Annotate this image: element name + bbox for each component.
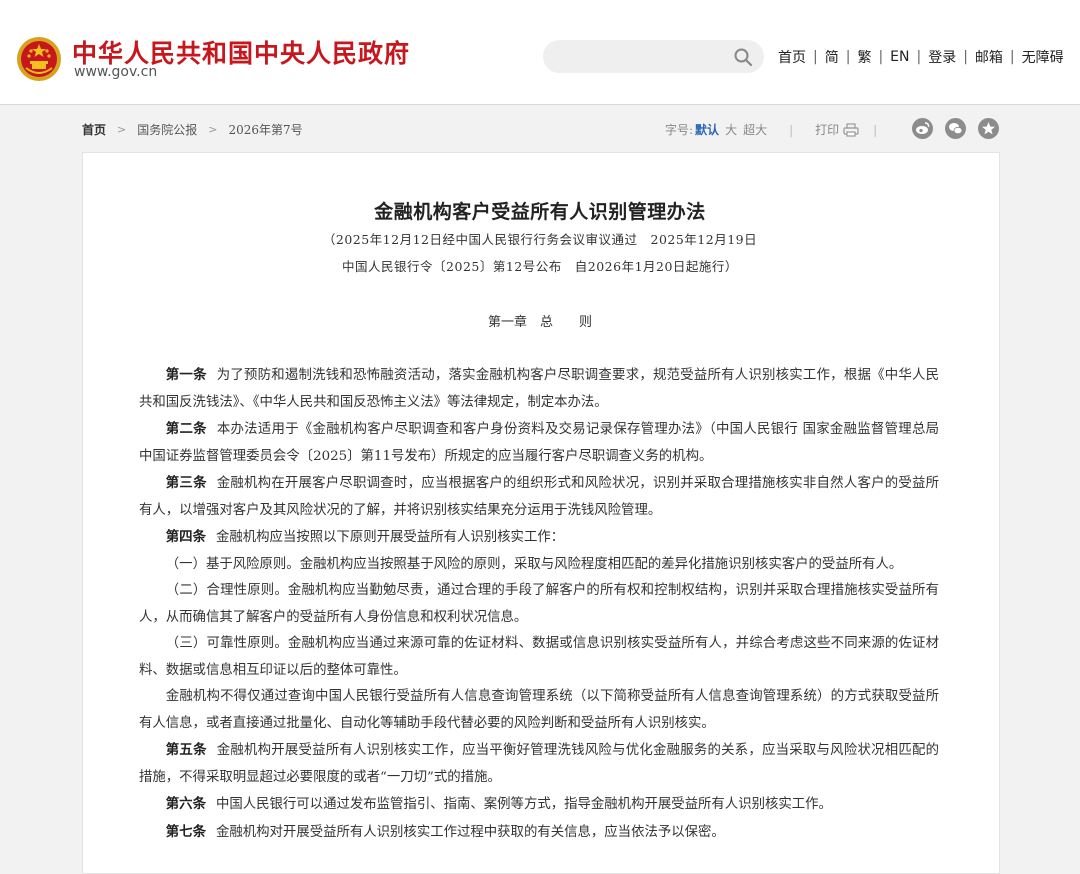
article-paragraph: （二）合理性原则。金融机构应当勤勉尽责，通过合理的手段了解客户的所有权和控制权结… <box>139 578 939 631</box>
star-icon <box>982 122 995 135</box>
nav-login[interactable]: 登录 <box>928 47 956 67</box>
printer-icon <box>843 122 859 137</box>
article-paragraph: 第五条 金融机构开展受益所有人识别核实工作，应当平衡好管理洗钱风险与优化金融服务的… <box>139 737 939 791</box>
article-paragraph: 第六条 中国人民银行可以通过发布监管指引、指南、案例等方式，指导金融机构开展受益所… <box>139 791 939 819</box>
document-subtitle-line2: 中国人民银行令〔2025〕第12号公布 自2026年1月20日起施行） <box>342 259 738 274</box>
print-button[interactable]: 打印 <box>815 121 859 138</box>
nav-english[interactable]: EN <box>890 49 909 65</box>
article-paragraph: （三）可靠性原则。金融机构应当通过来源可靠的佐证材料、数据或信息识别核实受益所有… <box>139 631 939 684</box>
breadcrumb-issue[interactable]: 2026年第7号 <box>228 121 302 138</box>
article-text: 金融机构对开展受益所有人识别核实工作过程中获取的有关信息，应当依法予以保密。 <box>215 824 725 840</box>
document-subtitle-line1: （2025年12月12日经中国人民银行行务会议审议通过 2025年12月19日 <box>322 232 758 247</box>
chapter-heading: 第一章 总 则 <box>487 315 592 330</box>
reading-tools: 字号: 默认 大 超大 | 打印 | <box>665 121 877 138</box>
article-text: 本办法适用于《金融机构客户尽职调查和客户身份资料及交易记录保存管理办法》（中国人… <box>139 422 940 464</box>
article-toolbar: 首页 > 国务院公报 > 2026年第7号 字号: 默认 大 超大 | 打印 | <box>82 116 999 142</box>
document-title: 金融机构客户受益所有人识别管理办法 <box>374 201 706 223</box>
weibo-icon[interactable] <box>912 118 933 139</box>
nav-simplified[interactable]: 简 <box>825 47 839 67</box>
weibo-glyph-icon <box>916 122 930 134</box>
nav-separator: | <box>845 49 851 65</box>
breadcrumb-section[interactable]: 国务院公报 <box>137 121 197 138</box>
site-header: 中华人民共和国中央人民政府 www.gov.cn 首页 | 简 | 繁 | EN… <box>0 0 1080 105</box>
article-number: 第三条 <box>165 475 207 491</box>
wechat-icon[interactable] <box>945 118 966 139</box>
nav-separator: | <box>1009 49 1015 65</box>
article-paragraph: （一）基于风险原则。金融机构应当按照基于风险的原则，采取与风险程度相匹配的差异化… <box>139 552 939 579</box>
chevron-right-icon: > <box>208 123 218 136</box>
article-text: 为了预防和遏制洗钱和恐怖融资活动，落实金融机构客户尽职调查要求，规范受益所有人识… <box>139 368 940 410</box>
nav-traditional[interactable]: 繁 <box>857 47 871 67</box>
nav-separator: | <box>878 49 884 65</box>
article-paragraph: 第四条 金融机构应当按照以下原则开展受益所有人识别核实工作： <box>139 524 939 552</box>
toolbar-divider: | <box>789 122 794 137</box>
nav-mailbox[interactable]: 邮箱 <box>975 47 1003 67</box>
article-text: （三）可靠性原则。金融机构应当通过来源可靠的佐证材料、数据或信息识别核实受益所有… <box>139 636 939 678</box>
article-paragraph: 第三条 金融机构在开展客户尽职调查时，应当根据客户的组织形式和风险状况，识别并采取… <box>139 470 939 524</box>
article-text: 金融机构开展受益所有人识别核实工作，应当平衡好管理洗钱风险与优化金融服务的关系，… <box>139 743 940 785</box>
search-icon[interactable] <box>733 47 753 67</box>
font-size-large-button[interactable]: 大 <box>725 121 737 138</box>
article-number: 第六条 <box>165 796 206 812</box>
article-paragraph: 金融机构不得仅通过查询中国人民银行受益所有人信息查询管理系统（以下简称受益所有人… <box>139 684 939 737</box>
article-text: （二）合理性原则。金融机构应当勤勉尽责，通过合理的手段了解客户的所有权和控制权结… <box>139 583 939 625</box>
article-number: 第四条 <box>165 529 206 545</box>
font-size-label: 字号: <box>665 123 694 137</box>
wechat-glyph-icon <box>949 123 963 135</box>
breadcrumb: 首页 > 国务院公报 > 2026年第7号 <box>82 121 303 138</box>
search-input[interactable] <box>543 40 764 73</box>
nav-accessibility[interactable]: 无障碍 <box>1022 47 1064 67</box>
article-text: 金融机构应当按照以下原则开展受益所有人识别核实工作： <box>215 530 565 545</box>
article-paragraph: 第七条 金融机构对开展受益所有人识别核实工作过程中获取的有关信息，应当依法予以保密… <box>139 819 939 847</box>
article-number: 第五条 <box>165 742 207 758</box>
nav-home[interactable]: 首页 <box>778 47 806 67</box>
article-text: 中国人民银行可以通过发布监管指引、指南、案例等方式，指导金融机构开展受益所有人识… <box>215 797 832 812</box>
top-nav: 首页 | 简 | 繁 | EN | 登录 | 邮箱 | 无障碍 <box>778 47 1064 67</box>
toolbar-divider: | <box>873 122 878 137</box>
chevron-right-icon: > <box>117 123 127 136</box>
article-number: 第二条 <box>165 421 207 437</box>
article-text: 金融机构在开展客户尽职调查时，应当根据客户的组织形式和风险状况，识别并采取合理措… <box>139 476 940 518</box>
document-body: 第一条 为了预防和遏制洗钱和恐怖融资活动，落实金融机构客户尽职调查要求，规范受益所… <box>139 362 939 846</box>
nav-separator: | <box>813 49 818 65</box>
print-label: 打印 <box>815 123 840 137</box>
national-emblem-icon[interactable] <box>16 36 62 82</box>
favorite-icon[interactable] <box>978 118 999 139</box>
article-paragraph: 第二条 本办法适用于《金融机构客户尽职调查和客户身份资料及交易记录保存管理办法》（… <box>139 416 939 470</box>
nav-separator: | <box>963 49 968 65</box>
font-size-default-button[interactable]: 默认 <box>695 121 719 138</box>
article-number: 第七条 <box>165 823 206 840</box>
article-paragraph: 第一条 为了预防和遏制洗钱和恐怖融资活动，落实金融机构客户尽职调查要求，规范受益所… <box>139 362 939 416</box>
article-text: 金融机构不得仅通过查询中国人民银行受益所有人信息查询管理系统（以下简称受益所有人… <box>139 689 939 731</box>
article-text: （一）基于风险原则。金融机构应当按照基于风险的原则，采取与风险程度相匹配的差异化… <box>165 556 903 572</box>
site-domain: www.gov.cn <box>74 64 158 80</box>
article-number: 第一条 <box>165 367 207 383</box>
font-size-xlarge-button[interactable]: 超大 <box>743 121 767 138</box>
breadcrumb-home[interactable]: 首页 <box>82 121 106 138</box>
nav-separator: | <box>916 49 922 65</box>
